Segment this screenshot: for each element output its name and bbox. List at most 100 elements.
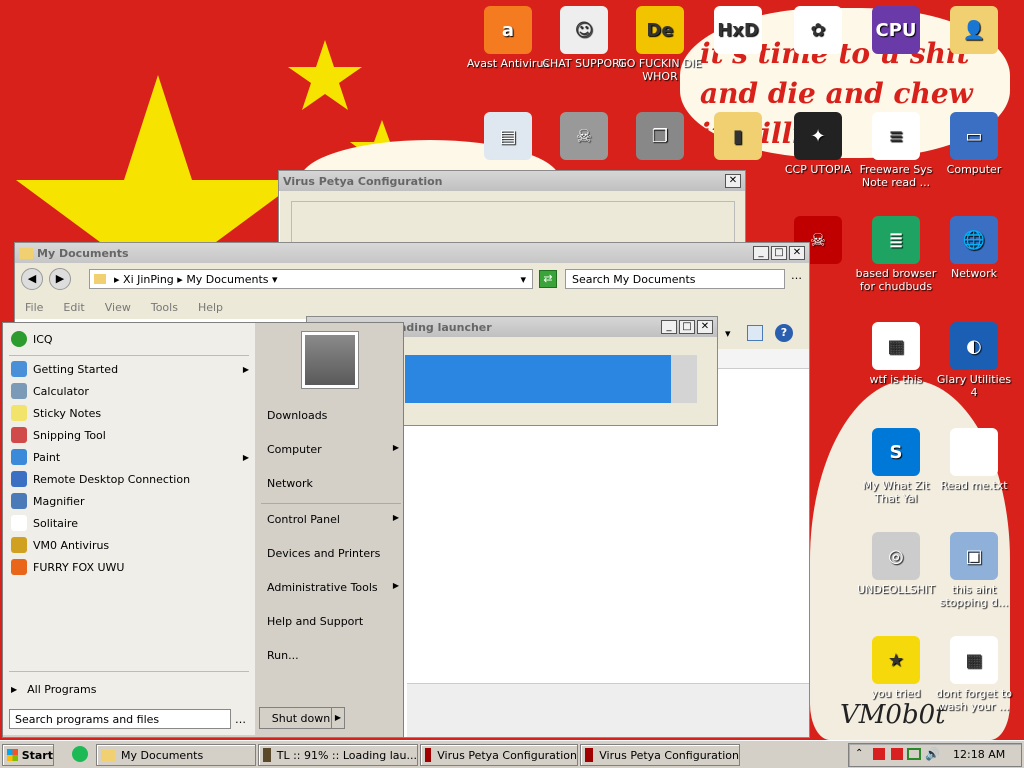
- back-button[interactable]: ◀: [21, 268, 43, 290]
- desktop-icon[interactable]: De GO FUCKIN DIE WHOR: [618, 6, 702, 83]
- desktop-icon[interactable]: ◎ UNDEOLLSHIT: [854, 532, 938, 596]
- desktop-icon[interactable]: ❐: [618, 112, 702, 163]
- desktop-icon[interactable]: ◐ Glary Utilities 4: [932, 322, 1016, 399]
- menu-tools[interactable]: Tools: [151, 301, 178, 314]
- address-bar-row: ◀ ▶ ▸ Xi JinPing ▸ My Documents ▾ ▾ ⇄ Se…: [15, 263, 809, 295]
- start-label: Start: [21, 748, 53, 762]
- spotify-icon[interactable]: [72, 746, 88, 762]
- flag-icon[interactable]: [873, 748, 885, 760]
- submenu-arrow-icon: ▶: [392, 443, 399, 452]
- copies-icon: ❐: [636, 112, 684, 160]
- program-item[interactable]: Getting Started ▶: [11, 359, 249, 379]
- window-titlebar[interactable]: My Documents: [15, 243, 809, 263]
- help-icon[interactable]: ?: [775, 324, 793, 342]
- start-right-item[interactable]: Help and Support: [267, 615, 399, 628]
- user-avatar[interactable]: [301, 331, 359, 389]
- action-center-icon[interactable]: [891, 748, 903, 760]
- menu-file[interactable]: File: [25, 301, 43, 314]
- desktop-icon[interactable]: CPU: [854, 6, 938, 57]
- shutdown-options-button[interactable]: ▶: [331, 707, 345, 729]
- taskbar-item-petya-2[interactable]: Virus Petya Configuration: [580, 744, 740, 766]
- more-icon[interactable]: …: [791, 269, 802, 282]
- program-item[interactable]: Magnifier: [11, 491, 249, 511]
- desktop-icon[interactable]: HxD: [696, 6, 780, 57]
- desktop-icon[interactable]: ≡ Freeware Sys Note read ...: [854, 112, 938, 189]
- minimize-button[interactable]: _: [753, 246, 769, 260]
- close-button[interactable]: ✕: [697, 320, 713, 334]
- remote-desktop-icon: [11, 471, 27, 487]
- desktop-icon[interactable]: ▮: [696, 112, 780, 163]
- program-item[interactable]: VM0 Antivirus: [11, 535, 249, 555]
- menu-help[interactable]: Help: [198, 301, 223, 314]
- start-right-item[interactable]: Administrative Tools ▶: [267, 581, 399, 594]
- close-button[interactable]: ✕: [789, 246, 805, 260]
- start-right-item[interactable]: Computer ▶: [267, 443, 399, 456]
- item-label: Sticky Notes: [33, 406, 102, 420]
- chevron-down-icon[interactable]: ▾: [520, 273, 526, 286]
- program-item[interactable]: FURRY FOX UWU: [11, 557, 249, 577]
- desktop-icon[interactable]: 👤: [932, 6, 1016, 57]
- folder-icon: [101, 749, 115, 761]
- address-bar[interactable]: ▸ Xi JinPing ▸ My Documents ▾ ▾: [89, 269, 533, 289]
- show-hidden-icons-icon[interactable]: ⌃: [855, 748, 863, 759]
- program-item[interactable]: Paint ▶: [11, 447, 249, 467]
- network-tray-icon[interactable]: [907, 748, 921, 760]
- start-button[interactable]: Start: [2, 744, 54, 766]
- program-item[interactable]: Calculator: [11, 381, 249, 401]
- program-item[interactable]: Remote Desktop Connection: [11, 469, 249, 489]
- minimize-button[interactable]: _: [661, 320, 677, 334]
- all-programs-button[interactable]: ▶ All Programs: [11, 679, 249, 699]
- start-right-item[interactable]: Control Panel ▶: [267, 513, 399, 526]
- paint-icon: [11, 449, 27, 465]
- start-right-item[interactable]: Network: [267, 477, 399, 490]
- desktop-icon[interactable]: ▦ dont forget to wash your ...: [932, 636, 1016, 713]
- volume-icon[interactable]: 🔊: [925, 747, 940, 761]
- desktop-icon[interactable]: ≣ based browser for chudbuds: [854, 216, 938, 293]
- start-right-item[interactable]: Downloads: [267, 409, 399, 422]
- submenu-arrow-icon: ▶: [392, 513, 399, 522]
- taskbar-item-launcher[interactable]: TL :: 91% :: Loading lau...: [258, 744, 418, 766]
- start-right-item[interactable]: Run...: [267, 649, 399, 662]
- desktop-icon[interactable]: 🌐 Network: [932, 216, 1016, 280]
- program-item[interactable]: Snipping Tool: [11, 425, 249, 445]
- breadcrumb-item[interactable]: My Documents: [186, 273, 268, 286]
- program-item[interactable]: Solitaire: [11, 513, 249, 533]
- pinned-item-icq[interactable]: ICQ: [11, 329, 249, 349]
- desktop-icon[interactable]: ☠: [542, 112, 626, 163]
- desktop-icon[interactable]: Read me.txt: [932, 428, 1016, 492]
- maximize-button[interactable]: □: [771, 246, 787, 260]
- maximize-button[interactable]: □: [679, 320, 695, 334]
- computer-icon: ▭: [950, 112, 998, 160]
- start-right-item[interactable]: Devices and Printers: [267, 547, 399, 560]
- window-titlebar[interactable]: Virus Petya Configuration: [279, 171, 745, 191]
- desktop-icon[interactable]: ★ you tried: [854, 636, 938, 700]
- chevron-down-icon[interactable]: ▾: [725, 327, 731, 340]
- forward-button[interactable]: ▶: [49, 268, 71, 290]
- desktop-icon[interactable]: ✿: [776, 6, 860, 57]
- taskbar-item-my-documents[interactable]: My Documents: [96, 744, 256, 766]
- folder-icon: ▮: [714, 112, 762, 160]
- desktop-icon[interactable]: ▤: [466, 112, 550, 163]
- start-search-input[interactable]: Search programs and files: [9, 709, 231, 729]
- folder-icon: [94, 274, 106, 284]
- menu-view[interactable]: View: [105, 301, 131, 314]
- more-icon[interactable]: …: [235, 713, 246, 726]
- desktop-icon[interactable]: ▣ this aint stopping d...: [932, 532, 1016, 609]
- taskbar-item-petya-1[interactable]: Virus Petya Configuration: [420, 744, 578, 766]
- desktop-icon[interactable]: a Avast Antivirus: [466, 6, 550, 70]
- desktop-icon[interactable]: ✦ CCP UTOPIA: [776, 112, 860, 176]
- preview-pane-icon[interactable]: [747, 325, 763, 341]
- search-input[interactable]: Search My Documents: [565, 269, 785, 289]
- desktop-icon[interactable]: ☺ CHAT SUPPORT: [542, 6, 626, 70]
- breadcrumb-item[interactable]: Xi JinPing: [123, 273, 174, 286]
- program-item[interactable]: Sticky Notes: [11, 403, 249, 423]
- system-tray: ⌃ 🔊 12:18 AM: [848, 743, 1022, 767]
- clock[interactable]: 12:18 AM: [953, 748, 1005, 761]
- desktop-icon[interactable]: ▭ Computer: [932, 112, 1016, 176]
- menu-edit[interactable]: Edit: [63, 301, 84, 314]
- desktop-icon[interactable]: ▦ wtf is this: [854, 322, 938, 386]
- refresh-button[interactable]: ⇄: [539, 270, 557, 288]
- desktop-icon[interactable]: S My What Zit That Yal: [854, 428, 938, 505]
- icq-icon: [11, 331, 27, 347]
- close-button[interactable]: ✕: [725, 174, 741, 188]
